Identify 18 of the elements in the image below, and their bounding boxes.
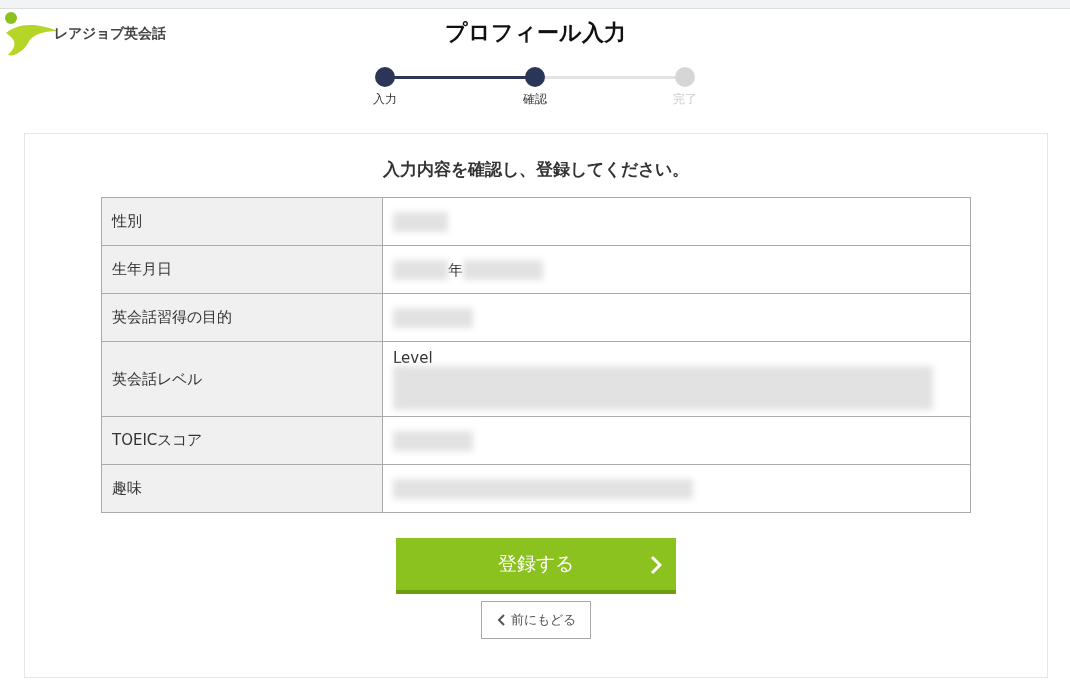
field-label-cell: 性別 — [101, 197, 383, 246]
back-button[interactable]: 前にもどる — [481, 601, 591, 639]
field-label-cell: 英会話習得の目的 — [101, 293, 383, 342]
confirm-heading: 入力内容を確認し、登録してください。 — [383, 158, 689, 181]
field-label-cell: 生年月日 — [101, 245, 383, 294]
step-label: 入力 — [373, 91, 397, 108]
field-label-cell: 英会話レベル — [101, 341, 383, 417]
page-title: プロフィール入力 — [444, 19, 626, 47]
field-label-cell: TOEICスコア — [101, 416, 383, 465]
redacted-block — [393, 211, 448, 232]
field-value-cell: 年 — [382, 245, 971, 294]
field-label-cell: 趣味 — [101, 464, 383, 513]
step-label: 確認 — [523, 91, 547, 108]
chevron-left-icon — [496, 614, 505, 626]
field-value-cell: Level — [382, 341, 971, 417]
logo-text: レアジョブ英会話 — [54, 25, 166, 43]
chevron-right-icon — [650, 555, 662, 575]
redacted-block — [393, 259, 448, 280]
